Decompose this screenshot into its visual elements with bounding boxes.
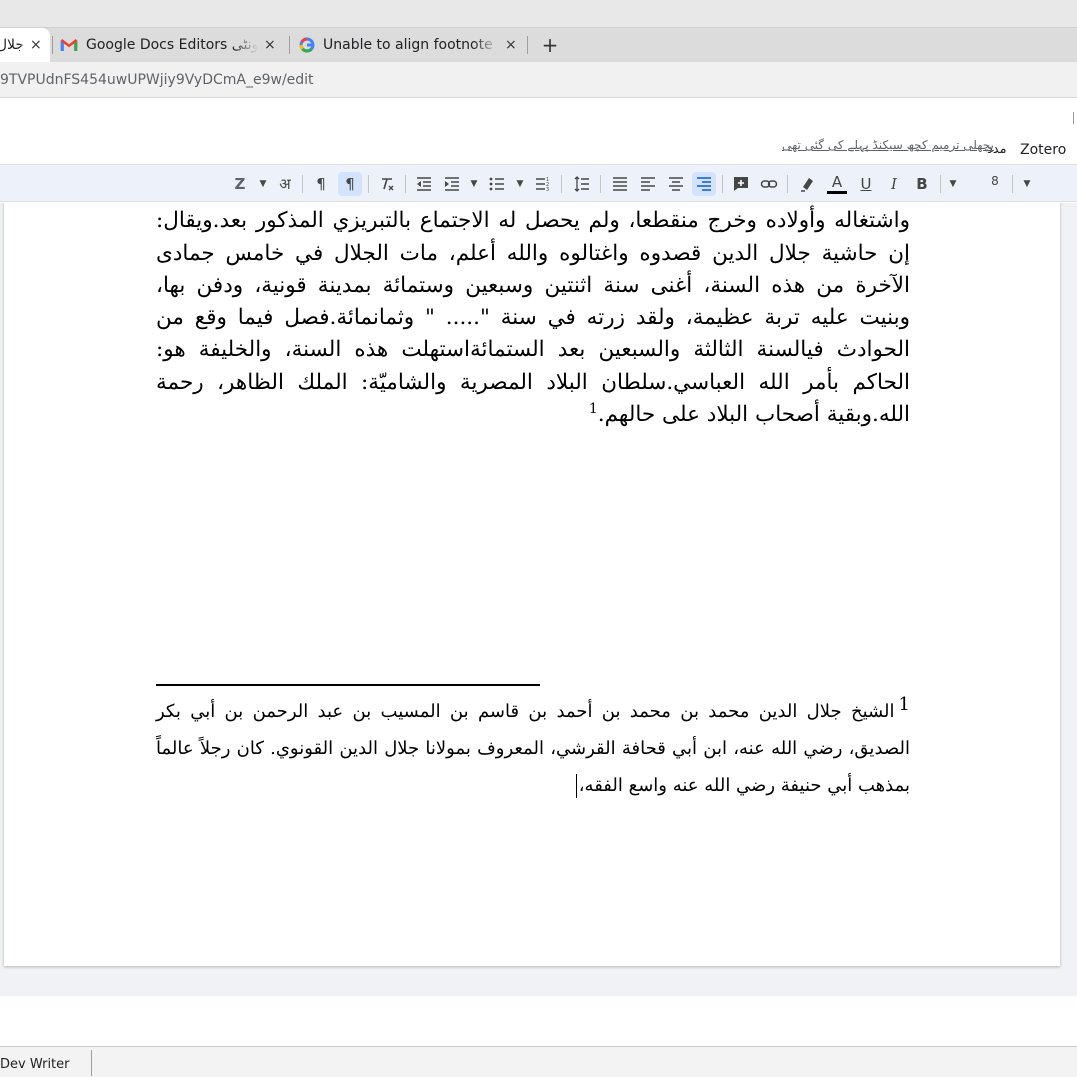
tab-divider [52, 36, 53, 54]
chevron-down-icon[interactable]: ▼ [946, 172, 960, 196]
tab-label: Unable to align footnote sc [323, 37, 499, 53]
new-tab-button[interactable]: + [538, 28, 562, 62]
toolbar-divider [302, 175, 303, 193]
footnote[interactable]: 1الشيخ جلال الدين محمد بن محمد بن أحمد ب… [156, 693, 910, 804]
url-text: 9TVPUdnFS454uwUPWjiy9VyDCmA_e9w/edit [0, 72, 314, 88]
bulleted-list-icon[interactable] [485, 172, 509, 196]
tab-divider [289, 36, 290, 54]
body-paragraph[interactable]: ثم قام وخرج من عنده: فقام الشيخ جلال الد… [156, 203, 910, 431]
tab-active-document[interactable]: جلال × [0, 28, 50, 62]
input-tools-icon[interactable]: अ [273, 172, 297, 196]
tab-divider [527, 36, 528, 54]
indent-decrease-icon[interactable] [412, 172, 436, 196]
insert-link-icon[interactable] [757, 172, 781, 196]
line-spacing-icon[interactable] [570, 172, 594, 196]
last-edit-link[interactable]: پچھلی ترمیم کچھ سیکنڈ پہلے کی گئی تھی [782, 138, 994, 152]
header-edge [1073, 112, 1077, 124]
close-icon[interactable]: × [30, 37, 42, 53]
align-justify-icon[interactable] [608, 172, 632, 196]
app-label[interactable]: Dev Writer [0, 1057, 70, 1072]
document-canvas[interactable]: ثم قام وخرج من عنده: فقام الشيخ جلال الد… [0, 203, 1077, 996]
footnote-separator [156, 684, 540, 686]
bold-icon[interactable]: B [910, 172, 934, 196]
window-titlebar [0, 0, 1077, 28]
tab-label: جلال [0, 37, 24, 53]
clear-formatting-icon[interactable] [375, 172, 399, 196]
tab-google-search[interactable]: Unable to align footnote sc × [299, 28, 521, 62]
toolbar-divider [405, 175, 406, 193]
align-left-icon[interactable] [636, 172, 660, 196]
italic-icon[interactable]: I [882, 172, 906, 196]
gmail-icon [60, 38, 78, 52]
text-cursor [575, 774, 577, 798]
tab-gmail[interactable]: Google Docs Editors یونٹی × [60, 28, 286, 62]
add-comment-icon[interactable] [729, 172, 753, 196]
chevron-down-icon[interactable]: ▼ [513, 172, 527, 196]
svg-text:3: 3 [546, 187, 549, 193]
footnote-text: الشيخ جلال الدين محمد بن محمد بن أحمد بن… [156, 701, 910, 796]
docs-header: Zotero مدد پچھلی ترمیم کچھ سیکنڈ پہلے کی… [0, 98, 1077, 164]
footnote-reference[interactable]: 1 [589, 401, 598, 417]
toolbar-divider [940, 175, 941, 193]
ltr-text-icon[interactable]: ¶ [309, 172, 333, 196]
toolbar-divider [787, 175, 788, 193]
toolbar-divider [368, 175, 369, 193]
highlight-style-button[interactable]: Z [228, 172, 252, 196]
toolbar-divider [722, 175, 723, 193]
document-page[interactable]: ثم قام وخرج من عنده: فقام الشيخ جلال الد… [4, 203, 1060, 966]
text-color-icon[interactable]: A [825, 172, 849, 196]
google-icon [299, 37, 315, 53]
align-right-icon[interactable] [692, 172, 716, 196]
toolbar-divider [1012, 175, 1013, 193]
chevron-down-icon[interactable]: ▼ [1020, 172, 1034, 196]
footnote-number: 1 [898, 694, 910, 715]
status-bar: Dev Writer [0, 1046, 1077, 1077]
rtl-text-icon[interactable]: ¶ [338, 172, 362, 196]
formatting-toolbar: Z ▼ अ ¶ ¶ ▼ ▼ 123 A U I B ▼ 8 ▼ [0, 164, 1077, 202]
toolbar-divider [561, 175, 562, 193]
chevron-down-icon[interactable]: ▼ [467, 172, 481, 196]
font-size-input[interactable]: 8 [985, 174, 1005, 188]
tab-label: Google Docs Editors یونٹی [86, 37, 258, 53]
close-icon[interactable]: × [264, 37, 276, 53]
status-divider [91, 1050, 92, 1076]
toolbar-divider [600, 175, 601, 193]
indent-increase-icon[interactable] [440, 172, 464, 196]
align-center-icon[interactable] [664, 172, 688, 196]
chevron-down-icon[interactable]: ▼ [256, 172, 270, 196]
tab-strip: جلال × Google Docs Editors یونٹی × Unabl… [0, 28, 1077, 62]
body-text: ثم قام وخرج من عنده: فقام الشيخ جلال الد… [156, 208, 910, 428]
underline-icon[interactable]: U [854, 172, 878, 196]
menu-zotero[interactable]: Zotero [1020, 142, 1066, 158]
address-bar[interactable]: 9TVPUdnFS454uwUPWjiy9VyDCmA_e9w/edit [0, 62, 1077, 98]
highlight-color-icon[interactable] [796, 172, 820, 196]
numbered-list-icon[interactable]: 123 [531, 172, 555, 196]
close-icon[interactable]: × [505, 37, 517, 53]
